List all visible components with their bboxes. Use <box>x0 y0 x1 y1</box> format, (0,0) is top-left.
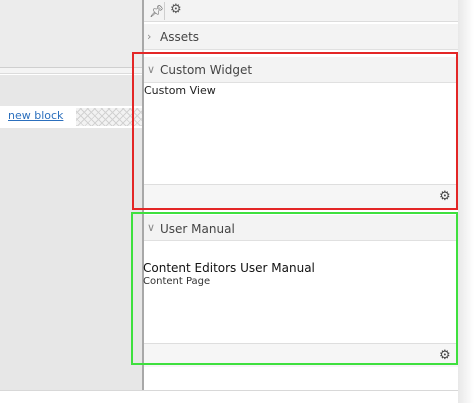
chevron-right-icon[interactable]: › <box>147 31 151 43</box>
panel-toolbar <box>144 0 458 22</box>
window-shadow <box>458 0 474 403</box>
gear-icon[interactable]: ⚙ <box>170 3 182 16</box>
pin-icon[interactable]: 📌︎ <box>149 5 164 17</box>
workspace-top-bar <box>0 0 142 68</box>
workspace-sub-bar <box>0 68 142 74</box>
bottom-edge <box>0 390 458 403</box>
custom-widget-highlight <box>132 52 458 210</box>
toolbar-divider <box>164 2 165 20</box>
user-manual-highlight <box>131 212 458 365</box>
assets-section-title[interactable]: Assets <box>160 30 199 44</box>
add-new-block-link[interactable]: new block <box>8 109 63 122</box>
